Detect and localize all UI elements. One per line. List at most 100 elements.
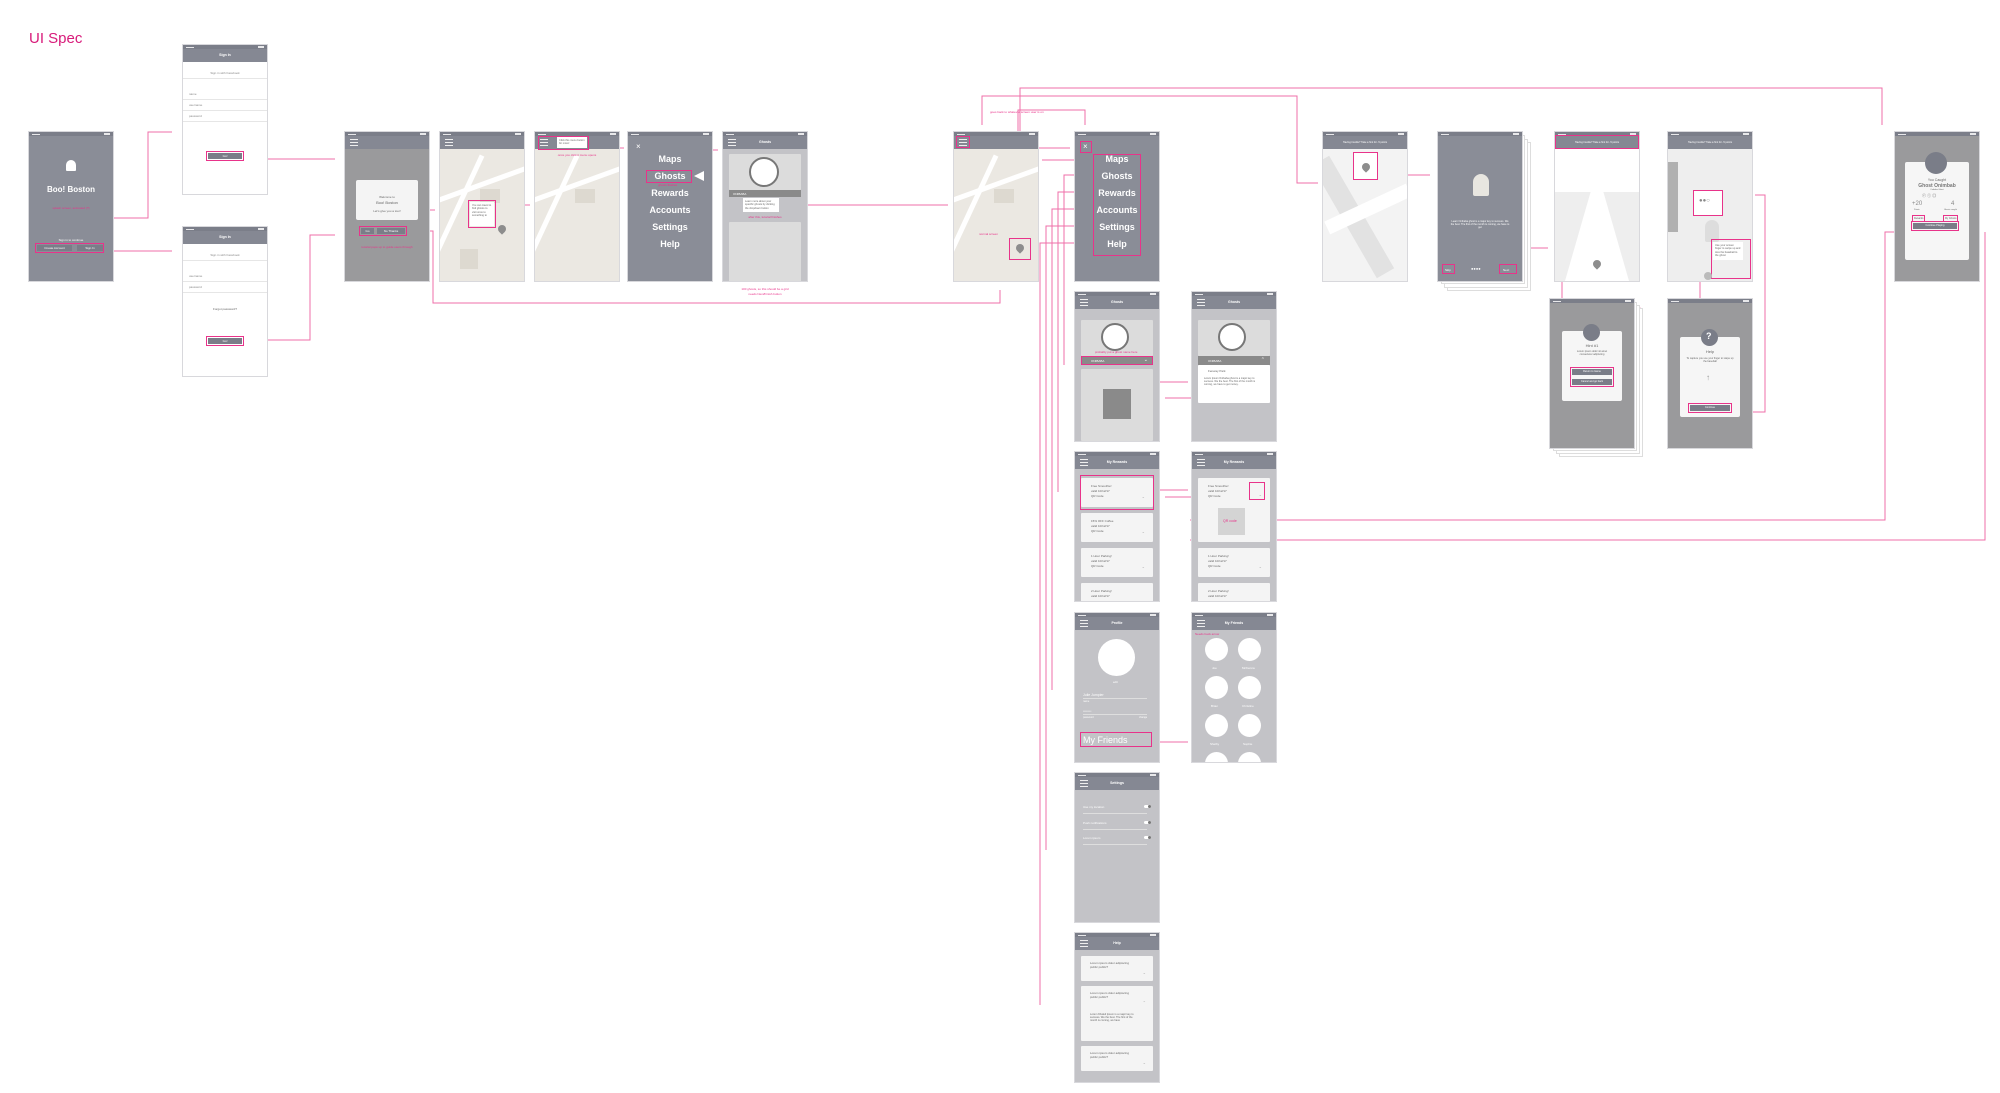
reward-card[interactable]: 15% OFF Coffee valid 10/12/17 QR Code ⌄: [1081, 513, 1153, 542]
hint-popup-screen: Hint #1 Lorem ipsum dolor sit amet conse…: [1550, 299, 1634, 448]
notifications-toggle[interactable]: [1144, 821, 1151, 824]
menu-icon[interactable]: [350, 139, 358, 146]
password-field[interactable]: password: [183, 282, 267, 293]
menu-icon[interactable]: [1197, 620, 1205, 627]
create-account-screen: Sign In Sign in with Facebook name usern…: [183, 45, 267, 194]
hint-bar[interactable]: Having trouble? Take a hint for -5 point…: [1668, 136, 1752, 149]
chevron-up-icon: ⌃: [1260, 357, 1265, 363]
menu-item-help[interactable]: Help: [628, 239, 712, 249]
forgot-password-link[interactable]: Forgot password?: [183, 307, 267, 311]
ghost-icon: [1925, 152, 1947, 174]
edit-avatar-link[interactable]: edit: [1113, 680, 1118, 684]
avatar[interactable]: [1098, 639, 1135, 676]
menu-icon[interactable]: [1080, 620, 1088, 627]
ghost-description: Lorem Ipsum Onibaba ghost is a major key…: [1204, 377, 1256, 386]
app-title: Boo! Boston: [47, 185, 95, 194]
map-tutorial-screen-2: Click this menu button for more! once yo…: [535, 132, 619, 281]
ghost-unlocked-icon: [749, 157, 779, 187]
faq-item-expanded[interactable]: Lorem ipsum dolor adipiscing public publ…: [1081, 986, 1153, 1041]
friend-avatar[interactable]: [1238, 638, 1261, 661]
name-value[interactable]: Julie Jumpier: [1083, 693, 1104, 697]
faq-item[interactable]: Lorem ipsum dolor adipiscing public publ…: [1081, 956, 1153, 981]
setting-label: Push notifications: [1083, 821, 1107, 825]
annotation: once you click it menu opens: [557, 153, 597, 157]
ar-map-screen: Having trouble? Take a hint for -5 point…: [1323, 132, 1407, 281]
hint-title: Hint #1: [1585, 343, 1599, 348]
menu-icon[interactable]: [728, 139, 736, 146]
reward-card[interactable]: 2 Hour Parking! valid 10/12/17: [1198, 583, 1270, 601]
reward-card[interactable]: 1 Hour Parking! valid 10/12/17 QR Code ⌄: [1198, 548, 1270, 577]
ghosts-screen: Ghosts probably put a ghost name here ON…: [1075, 292, 1159, 441]
name-field[interactable]: name: [183, 89, 267, 100]
ghost-tutorial-screen: Learn Onibaba ghost is a major key to su…: [1438, 132, 1522, 281]
lock-icon: [1103, 389, 1131, 419]
ghost-caught-screen: You Caught Ghost Onimbab Onibaba Ghost ⓕ…: [1895, 132, 1979, 281]
menu-icon[interactable]: [1080, 780, 1088, 787]
menu-item-maps[interactable]: Maps: [628, 154, 712, 164]
facebook-signin[interactable]: Sign in with Facebook: [183, 68, 267, 79]
ghost-name: ONIBABA: [1208, 359, 1222, 363]
password-value[interactable]: ••••••••: [1083, 709, 1091, 713]
annotation: after this, tutorial finishes: [748, 215, 782, 219]
annotation: Needs back arrow: [1195, 632, 1220, 636]
faq-item[interactable]: Lorem ipsum dolor adipiscing public publ…: [1081, 1046, 1153, 1071]
name-label: name: [1083, 700, 1090, 703]
tutorial-tip: Learn more about your specific ghosts by…: [743, 198, 779, 212]
menu-icon[interactable]: [1080, 299, 1088, 306]
facebook-signin[interactable]: Sign in with Facebook: [183, 250, 267, 261]
friend-avatar[interactable]: [1205, 638, 1228, 661]
share-icons[interactable]: ⓕ ⓣ ◎: [1922, 193, 1936, 199]
annotation: 100 ghosts, so this should be a grid: [741, 287, 789, 291]
setting-label: Use my location: [1083, 805, 1105, 809]
close-icon[interactable]: ×: [636, 142, 641, 151]
map[interactable]: [535, 149, 619, 281]
ghost-unlocked-icon: [1218, 323, 1246, 351]
reward-card[interactable]: 2 Hour Parking! valid 10/12/17: [1081, 583, 1153, 601]
welcome-text: Welcome to: [379, 195, 395, 199]
menu-icon[interactable]: [445, 139, 453, 146]
ghosts-tutorial-screen: Ghosts ONIBABA Learn more about your spe…: [723, 132, 807, 281]
welcome-screen: Welcome to Boo! Boston Let's give you a …: [345, 132, 429, 281]
help-title: Help: [1705, 349, 1715, 354]
baseball-icon[interactable]: [1704, 272, 1712, 280]
ghost-unlocked-icon: [1101, 323, 1129, 351]
map[interactable]: [954, 149, 1038, 281]
menu-item-accounts[interactable]: Accounts: [628, 205, 712, 215]
ghost-count-label: Ghosts caught: [1944, 209, 1957, 211]
map-tutorial-screen-1: You can travel to find ghosts to visit o…: [440, 132, 524, 281]
hint-bar[interactable]: Having trouble? Take a hint for -5 point…: [1323, 136, 1407, 149]
menu-item-rewards[interactable]: Rewards: [628, 188, 712, 198]
menu-icon[interactable]: [1080, 940, 1088, 947]
friend-avatar[interactable]: [1238, 714, 1261, 737]
location-toggle[interactable]: [1144, 805, 1151, 808]
menu-icon[interactable]: [1080, 459, 1088, 466]
help-popup-screen: ? Help To capture you use your finger to…: [1668, 299, 1752, 448]
ghost-detail-screen: Ghosts ONIBABA ⌃ Fenway Park Lorem Ipsum O…: [1192, 292, 1276, 441]
question-icon: ?: [1706, 331, 1712, 341]
friend-avatar[interactable]: [1238, 676, 1261, 699]
ghost-name: ONIBABA: [733, 192, 747, 196]
friend-avatar[interactable]: [1205, 676, 1228, 699]
menu-icon[interactable]: [1197, 459, 1205, 466]
pointer-arrow-icon: [694, 171, 704, 181]
help-text: To capture you use your finger to swipe …: [1686, 357, 1734, 363]
setting-label: Lorem ipsum: [1083, 836, 1101, 840]
username-field[interactable]: username: [183, 100, 267, 111]
friend-avatar[interactable]: [1205, 714, 1228, 737]
annotation: goes back to whatever screen user is on: [990, 110, 1044, 114]
password-label: password: [1083, 716, 1094, 719]
username-field[interactable]: username: [183, 271, 267, 282]
page-dots: ●●●●: [1471, 266, 1481, 271]
help-screen: Help Lorem ipsum dolor adipiscing public…: [1075, 933, 1159, 1082]
menu-icon[interactable]: [1197, 299, 1205, 306]
ghost-dropdown[interactable]: ONIBABA ⌃: [1198, 356, 1270, 365]
menu-item-settings[interactable]: Settings: [628, 222, 712, 232]
ar-camera-screen: Having trouble? Take a hint for -5 point…: [1555, 132, 1639, 281]
tutorial-text: Learn Onibaba ghost is a major key to su…: [1450, 220, 1510, 229]
reward-card[interactable]: 1 Hour Parking! valid 10/12/17 QR Code ⌄: [1081, 548, 1153, 577]
change-password-link[interactable]: change: [1139, 716, 1147, 719]
points-value: +20: [1912, 201, 1923, 207]
password-field[interactable]: password: [183, 111, 267, 122]
setting-toggle[interactable]: [1144, 836, 1151, 839]
ghost-icon: [66, 160, 76, 171]
